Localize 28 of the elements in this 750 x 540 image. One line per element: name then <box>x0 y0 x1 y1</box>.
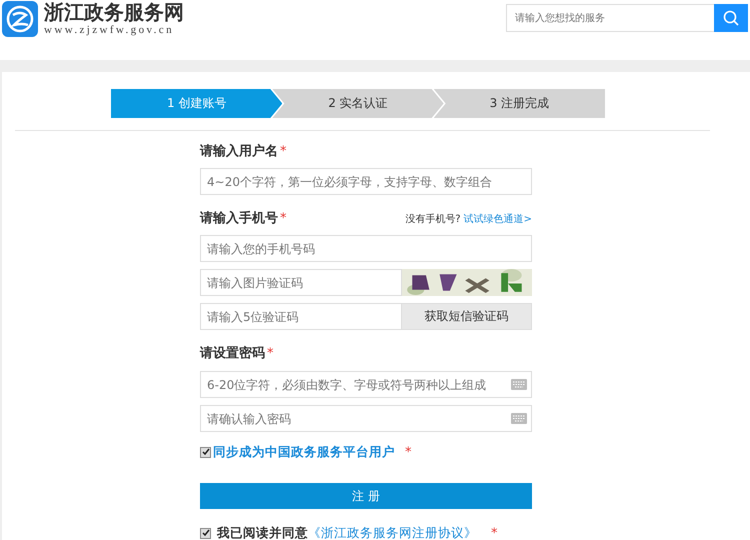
alternative-channel-link[interactable]: 试试绿色通道> <box>464 212 532 226</box>
required-mark: * <box>491 526 498 540</box>
hint-text: 没有手机号? <box>405 212 461 226</box>
required-mark: * <box>280 144 286 159</box>
sync-label: 同步成为中国政务服务平台用户 <box>213 444 395 460</box>
phone-field[interactable]: 请输入您的手机号码 <box>200 235 532 262</box>
captcha-field[interactable]: 请输入图片验证码 <box>200 269 402 296</box>
checkbox[interactable] <box>200 528 211 538</box>
register-button[interactable]: 注 册 <box>200 483 532 509</box>
field-label: 请输入手机号 <box>200 210 278 227</box>
agreement-link[interactable]: 《浙江政务服务网注册协议》 <box>308 524 477 540</box>
sms-code-field[interactable]: 请输入5位验证码 <box>200 303 402 330</box>
checkbox[interactable] <box>200 446 211 458</box>
site-title: 浙江政务服务网 <box>44 1 184 23</box>
site-url: www.zjzwfw.gov.cn <box>44 23 175 37</box>
search-button[interactable] <box>714 4 748 32</box>
agree-text: 我已阅读并同意 <box>217 524 308 540</box>
field-label: 请设置密码 <box>200 344 265 362</box>
username-field[interactable]: 4~20个字符，第一位必须字母，支持字母、数字组合 <box>200 168 532 195</box>
get-sms-code-button[interactable]: 获取短信验证码 <box>402 303 532 330</box>
required-mark: * <box>405 444 412 460</box>
search-field[interactable]: 请输入您想找的服务 <box>506 4 714 32</box>
search-icon <box>723 10 739 26</box>
password-field[interactable]: 6-20位字符，必须由数字、字母或符号两种以上组成 <box>200 371 532 398</box>
required-mark: * <box>280 211 286 226</box>
field-label: 请输入用户名 <box>200 142 278 160</box>
required-mark: * <box>267 346 274 361</box>
confirm-password-field[interactable]: 请确认输入密码 <box>200 405 532 432</box>
